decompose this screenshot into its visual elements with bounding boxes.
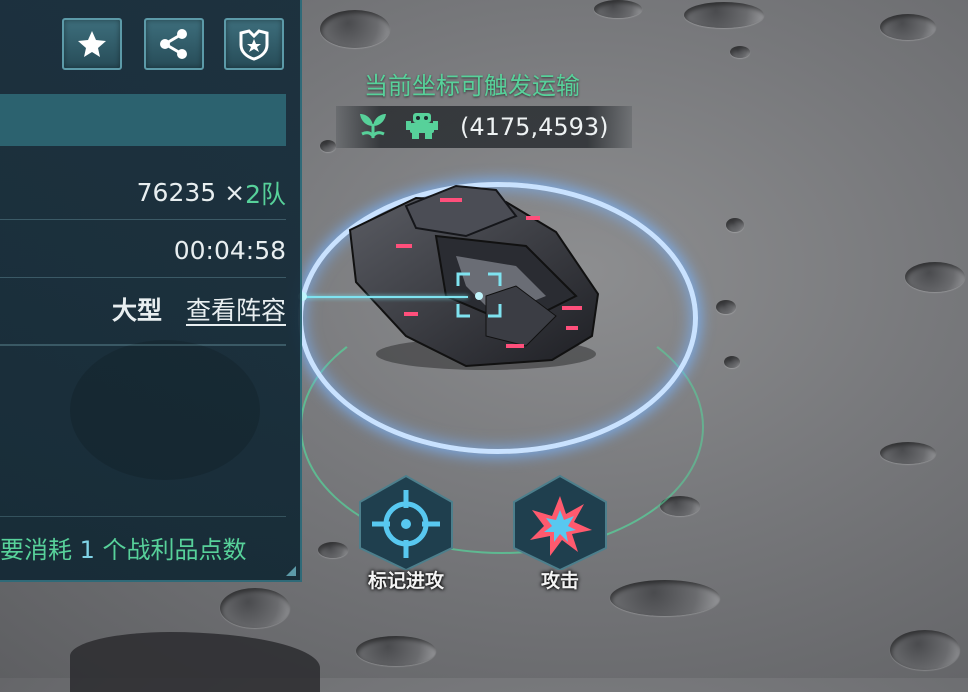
crosshair-icon	[359, 474, 453, 570]
divider	[0, 516, 286, 517]
shield-icon	[239, 29, 269, 61]
panel-header-strip	[0, 94, 286, 146]
crater	[880, 442, 936, 464]
attack-button[interactable]: 攻击	[510, 474, 610, 592]
size-row: 大型 查看阵容	[0, 282, 286, 336]
robot-icon	[404, 110, 440, 144]
loot-cost-note: 要消耗 1 个战利品点数	[0, 530, 247, 565]
team-count: 2队	[245, 179, 286, 209]
crater	[724, 356, 740, 368]
power-row: 76235 × 2队	[0, 166, 286, 220]
terrain-shadow	[70, 632, 320, 692]
explosion-icon	[513, 474, 607, 570]
timer-row: 00:04:58	[0, 224, 286, 278]
attack-label: 攻击	[540, 570, 579, 592]
crater	[320, 10, 390, 48]
crater	[716, 300, 736, 314]
crater	[594, 0, 642, 18]
target-info-panel: 76235 × 2队 00:04:58 大型 查看阵容 要消耗 1 个战利品点数	[0, 0, 302, 582]
crater	[730, 46, 750, 58]
crater	[320, 140, 336, 152]
crater	[880, 14, 936, 40]
transport-trigger-notice: 当前坐标可触发运输	[364, 72, 580, 100]
coordinate-bar: (4175,4593)	[336, 106, 632, 148]
favorite-button[interactable]	[62, 18, 122, 70]
panel-corner-marker	[286, 566, 296, 576]
size-label: 大型	[111, 296, 162, 325]
view-lineup-link[interactable]: 查看阵容	[186, 291, 286, 327]
crater	[220, 588, 290, 628]
panel-decoration	[70, 340, 260, 480]
guild-button[interactable]	[224, 18, 284, 70]
panel-toolbar	[0, 0, 300, 86]
sprout-icon	[356, 110, 390, 144]
crater	[726, 218, 744, 232]
crater	[890, 630, 960, 670]
share-icon	[160, 29, 187, 59]
coordinate-text: (4175,4593)	[460, 113, 609, 141]
mark-attack-button[interactable]: 标记进攻	[356, 474, 456, 592]
mark-attack-label: 标记进攻	[367, 570, 444, 592]
crater	[905, 262, 965, 292]
cost-count: 1	[79, 536, 95, 564]
target-reticle-icon	[456, 272, 502, 318]
timer-value: 00:04:58	[173, 236, 286, 265]
crater	[318, 542, 348, 558]
selection-leader-line	[302, 296, 468, 298]
star-icon	[78, 31, 106, 57]
cost-prefix: 要消耗	[0, 536, 80, 564]
power-value: 76235 ×	[136, 178, 246, 207]
cost-suffix: 个战利品点数	[94, 536, 247, 564]
crater	[684, 2, 764, 28]
crater	[356, 636, 436, 666]
crater	[610, 580, 720, 616]
share-button[interactable]	[144, 18, 204, 70]
